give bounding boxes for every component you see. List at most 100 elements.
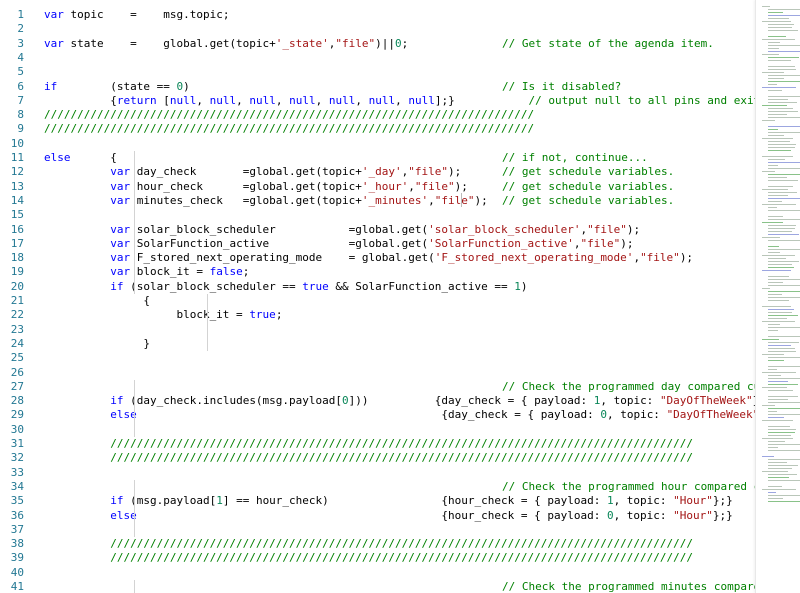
minimap-line [768, 102, 797, 103]
line-number: 26 [10, 365, 24, 379]
code-line[interactable] [44, 65, 755, 79]
code-line[interactable]: var minutes_check =global.get(topic+'_mi… [44, 194, 755, 208]
minimap-line [768, 159, 785, 160]
code-line[interactable] [44, 208, 755, 222]
code-line[interactable] [44, 466, 755, 480]
minimap-line [768, 9, 800, 10]
code-text: else {hour_check = { payload: 0, topic: … [110, 508, 733, 522]
code-line[interactable]: } [44, 337, 755, 351]
code-text: if (day_check.includes(msg.payload[0])) … [110, 394, 755, 408]
code-line[interactable]: { [44, 294, 755, 308]
minimap-line [768, 51, 800, 52]
code-line[interactable]: // Check the programmed hour compared cu… [44, 480, 755, 494]
minimap-line [768, 231, 792, 232]
minimap-line [768, 219, 800, 220]
code-line[interactable] [44, 423, 755, 437]
code-line[interactable]: if (state == 0) // Is it disabled? [44, 80, 755, 94]
minimap-line [768, 48, 779, 49]
line-number: 22 [10, 308, 24, 322]
minimap-line [768, 246, 779, 247]
minimap-line [768, 228, 795, 229]
code-line[interactable] [44, 323, 755, 337]
minimap-line [768, 324, 780, 325]
code-line[interactable]: block_it = true; [44, 308, 755, 322]
code-line[interactable] [44, 22, 755, 36]
line-number: 20 [10, 279, 24, 293]
minimap-line [768, 90, 782, 91]
minimap-line [768, 276, 789, 277]
code-line[interactable]: var day_check =global.get(topic+'_day',"… [44, 165, 755, 179]
line-number: 10 [10, 136, 24, 150]
code-text: ////////////////////////////////////////… [44, 122, 535, 136]
code-comment: // if not, continue... [502, 151, 648, 164]
minimap-line [768, 486, 782, 487]
minimap-line [768, 264, 792, 265]
code-line[interactable]: var block_it = false; [44, 265, 755, 279]
minimap-line [762, 270, 791, 271]
line-number: 13 [10, 179, 24, 193]
code-editor[interactable]: 1 2 3 4 5 6 7 8 9 10 11 12 13 14 15 16 17 18 19 20 21 22 23 24 2… [0, 0, 755, 593]
code-text: ////////////////////////////////////////… [44, 437, 694, 450]
minimap-line [768, 417, 784, 418]
code-line[interactable]: var F_stored_next_operating_mode = globa… [44, 251, 755, 265]
code-line[interactable]: var SolarFunction_active =global.get('So… [44, 237, 755, 251]
line-number: 17 [10, 236, 24, 250]
minimap-line [762, 288, 770, 289]
minimap-line [768, 342, 799, 343]
minimap-line [768, 15, 800, 16]
minimap-line [768, 429, 796, 430]
minimap[interactable] [755, 0, 800, 593]
minimap-line [762, 105, 787, 106]
minimap-line [762, 204, 796, 205]
code-line[interactable] [44, 351, 755, 365]
line-number: 8 [17, 108, 24, 122]
indent-guide [134, 580, 135, 593]
code-area[interactable]: var topic = msg.topic; var state = global… [44, 0, 755, 593]
code-comment: // get schedule variables. [502, 193, 675, 207]
line-number: 37 [10, 522, 24, 536]
code-text: ////////////////////////////////////////… [44, 537, 694, 551]
code-line[interactable]: var hour_check =global.get(topic+'_hour'… [44, 180, 755, 194]
minimap-line [768, 261, 799, 262]
minimap-line [768, 366, 800, 367]
code-line[interactable]: if (day_check.includes(msg.payload[0])) … [44, 394, 755, 408]
minimap-line [768, 81, 800, 82]
code-text: var block_it = false; [110, 265, 250, 279]
code-line[interactable]: ////////////////////////////////////////… [44, 551, 755, 565]
code-line[interactable] [44, 366, 755, 380]
minimap-line [762, 372, 796, 373]
code-line[interactable]: // Check the programmed day compared cur… [44, 380, 755, 394]
minimap-line [762, 420, 793, 421]
code-line[interactable] [44, 51, 755, 65]
minimap-line [768, 60, 791, 61]
code-line[interactable]: ////////////////////////////////////////… [44, 537, 755, 551]
code-line[interactable] [44, 566, 755, 580]
minimap-line [768, 285, 800, 286]
code-line[interactable]: else {day_check = { payload: 0, topic: "… [44, 408, 755, 422]
code-line[interactable]: if (msg.payload[1] == hour_check) {hour_… [44, 494, 755, 508]
code-line[interactable]: var state = global.get(topic+'_state',"f… [44, 37, 755, 51]
code-line[interactable]: ////////////////////////////////////////… [44, 451, 755, 465]
minimap-line [768, 327, 800, 328]
code-line[interactable]: // Check the programmed minutes compared… [44, 580, 755, 593]
line-number: 16 [10, 222, 24, 236]
minimap-line [768, 234, 799, 235]
code-line[interactable]: var topic = msg.topic; [44, 8, 755, 22]
code-line[interactable]: else {// if not, continue... [44, 151, 755, 165]
code-line[interactable]: ////////////////////////////////////////… [44, 108, 755, 122]
code-line[interactable]: else {hour_check = { payload: 0, topic: … [44, 509, 755, 523]
code-line[interactable]: {return [null, null, null, null, null, n… [44, 94, 755, 108]
minimap-line [768, 66, 795, 67]
minimap-line [768, 498, 783, 499]
code-line[interactable]: ////////////////////////////////////////… [44, 122, 755, 136]
code-line[interactable] [44, 523, 755, 537]
line-number: 31 [10, 437, 24, 450]
code-line[interactable]: ////////////////////////////////////////… [44, 437, 755, 451]
code-line[interactable]: var solar_block_scheduler =global.get('s… [44, 223, 755, 237]
code-line[interactable] [44, 137, 755, 151]
text-cursor-icon [461, 193, 462, 207]
code-text: else {day_check = { payload: 0, topic: "… [110, 408, 755, 422]
minimap-line [768, 108, 793, 109]
minimap-line [768, 195, 788, 196]
code-line[interactable]: if (solar_block_scheduler == true && Sol… [44, 280, 755, 294]
